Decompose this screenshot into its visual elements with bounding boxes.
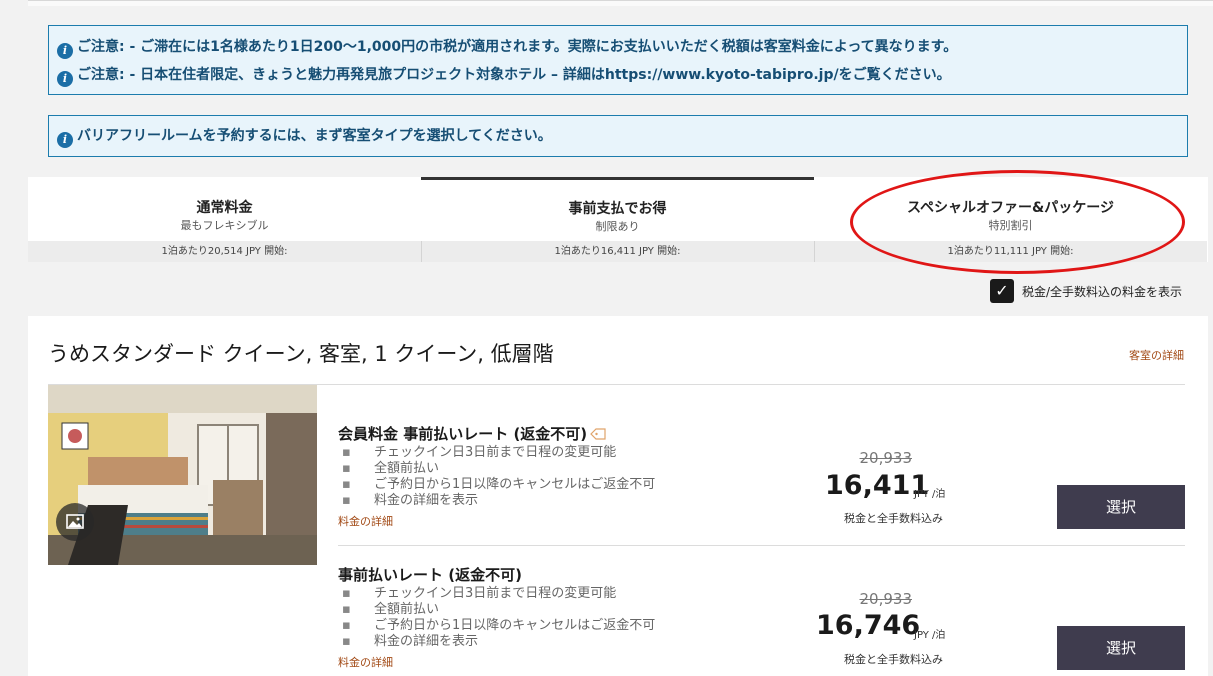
tab-divider [421,241,422,262]
original-price: 20,933 [859,449,913,467]
select-rate-button[interactable]: 選択 [1057,485,1185,529]
rate-bullet: ▪ 料金の詳細を表示 [342,493,479,508]
tab-prepay-rate[interactable]: 事前支払でお得 制限あり 1泊あたり16,411 JPY 開始: [421,177,814,262]
discounted-price: 16,746 [816,610,921,641]
gallery-icon [66,514,84,529]
divider [338,545,1185,546]
tab-standard-rate[interactable]: 通常料金 最もフレキシブル 1泊あたり20,514 JPY 開始: [28,177,421,262]
tab-title: 事前支払でお得 [568,201,667,217]
tab-special-offers[interactable]: スペシャルオファー&パッケージ 特別割引 1泊あたり11,111 JPY 開始: [814,177,1207,262]
rate-title: 事前払いレート (返金不可) [338,564,522,585]
tax-notice-line: i ご注意: - ご滞在には1名様あたり1日200～1,000円の市税が適用されま… [57,37,958,59]
price-tax-note: 税金と全手数料込み [844,512,943,525]
rate-title: 会員料金 事前払いレート (返金不可) [338,423,606,444]
tab-subtitle: 最もフレキシブル [180,219,269,232]
tab-subtitle: 特別割引 [988,219,1033,232]
accessible-notice-text: バリアフリールームを予約するには、まず客室タイプを選択してください。 [77,128,552,144]
campaign-notice-text: ご注意: - 日本在住者限定、きょうと魅力再発見旅プロジェクト対象ホテル – 詳… [77,67,951,83]
info-icon: i [57,132,73,148]
accessible-notice-line: i バリアフリールームを予約するには、まず客室タイプを選択してください。 [57,126,552,148]
rate-bullet: ▪ 料金の詳細を表示 [342,634,479,649]
top-divider [28,0,1213,6]
tax-notice-box: i ご注意: - ご滞在には1名様あたり1日200～1,000円の市税が適用されま… [48,25,1188,95]
price-tax-note: 税金と全手数料込み [844,653,943,666]
photo-gallery-button[interactable] [56,503,94,541]
rate-bullet: ▪ ご予約日から1日以降のキャンセルはご返金不可 [342,618,656,633]
tax-notice-text: ご注意: - ご滞在には1名様あたり1日200～1,000円の市税が適用されます… [77,39,958,55]
room-title: うめスタンダード クイーン, 客室, 1 クイーン, 低層階 [48,342,554,366]
rate-bullet: ▪ 全額前払い [342,461,440,476]
rate-bullet: ▪ チェックイン日3日前まで日程の変更可能 [342,586,617,601]
tab-title: 通常料金 [196,200,253,216]
rate-type-tabs: 通常料金 最もフレキシブル 1泊あたり20,514 JPY 開始: 事前支払でお… [28,177,1208,262]
room-photo[interactable] [48,385,317,565]
select-rate-button[interactable]: 選択 [1057,626,1185,670]
campaign-notice-line: i ご注意: - 日本在住者限定、きょうと魅力再発見旅プロジェクト対象ホテル – … [57,65,951,87]
member-tag-icon [590,428,606,440]
tab-from-price: 1泊あたり20,514 JPY 開始: [28,241,421,262]
rate-bullet: ▪ チェックイン日3日前まで日程の変更可能 [342,445,617,460]
tab-subtitle: 制限あり [595,220,640,233]
tab-divider [814,241,815,262]
rate-bullets: ▪ チェックイン日3日前まで日程の変更可能 ▪ 全額前払い ▪ ご予約日から1日以降の… [338,586,655,650]
price-unit: JPY /泊 [914,630,946,641]
original-price: 20,933 [859,590,913,608]
rate-title-text: 会員料金 事前払いレート (返金不可) [338,425,588,443]
rate-bullets: ▪ チェックイン日3日前まで日程の変更可能 ▪ 全額前払い ▪ ご予約日から1日以降の… [338,445,655,509]
info-icon: i [57,71,73,87]
rate-title-text: 事前払いレート (返金不可) [338,566,522,584]
tab-from-price: 1泊あたり16,411 JPY 開始: [421,241,814,262]
tab-title: スペシャルオファー&パッケージ [907,200,1114,216]
tax-inclusive-label: 税金/全手数料込の料金を表示 [1022,285,1183,299]
tax-inclusive-checkbox[interactable]: ✓ [990,279,1014,303]
rate-details-link[interactable]: 料金の詳細 [338,513,393,529]
rate-bullet: ▪ 全額前払い [342,602,440,617]
price-unit: JPY /泊 [914,489,946,500]
room-card: うめスタンダード クイーン, 客室, 1 クイーン, 低層階 客室の詳細 会員料… [28,316,1208,676]
room-details-link[interactable]: 客室の詳細 [1129,347,1184,363]
tab-from-price: 1泊あたり11,111 JPY 開始: [814,241,1207,262]
rate-bullet: ▪ ご予約日から1日以降のキャンセルはご返金不可 [342,477,656,492]
accessible-room-notice-box: i バリアフリールームを予約するには、まず客室タイプを選択してください。 [48,115,1188,157]
info-icon: i [57,43,73,59]
